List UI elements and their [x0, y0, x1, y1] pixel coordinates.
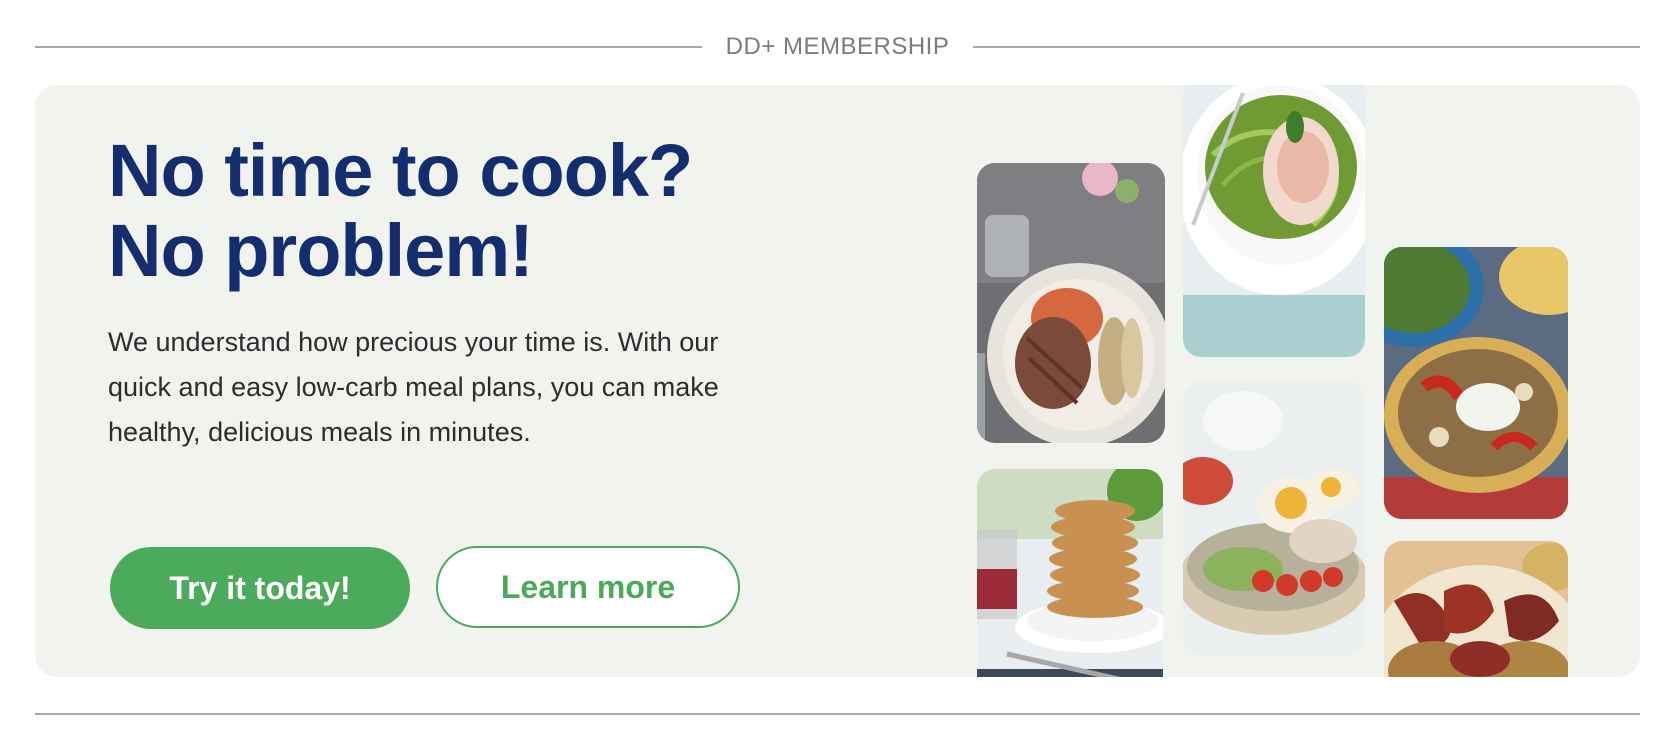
promo-headline: No time to cook? No problem! — [108, 131, 808, 291]
page: DD+ MEMBERSHIP No time to cook? No probl… — [0, 0, 1670, 740]
chicken-pepper-bowl-image — [1384, 247, 1568, 519]
bottom-divider — [35, 713, 1640, 715]
bacon-fritters-image — [1384, 541, 1568, 677]
headline-line-1: No time to cook? — [108, 129, 693, 212]
egg-salad-bowl-image — [1183, 381, 1365, 655]
pancake-stack-image — [977, 469, 1163, 677]
learn-more-button[interactable]: Learn more — [436, 546, 740, 628]
divider-left — [35, 46, 702, 48]
section-header: DD+ MEMBERSHIP — [35, 30, 1641, 64]
zucchini-noodles-salmon-image — [1183, 85, 1365, 357]
promo-card: No time to cook? No problem! We understa… — [35, 85, 1640, 677]
try-it-today-button[interactable]: Try it today! — [110, 547, 410, 629]
section-label: DD+ MEMBERSHIP — [725, 33, 950, 60]
headline-line-2: No problem! — [108, 209, 534, 292]
divider-right — [973, 46, 1641, 48]
promo-description: We understand how precious your time is.… — [108, 327, 719, 447]
steak-plate-image — [977, 163, 1165, 443]
